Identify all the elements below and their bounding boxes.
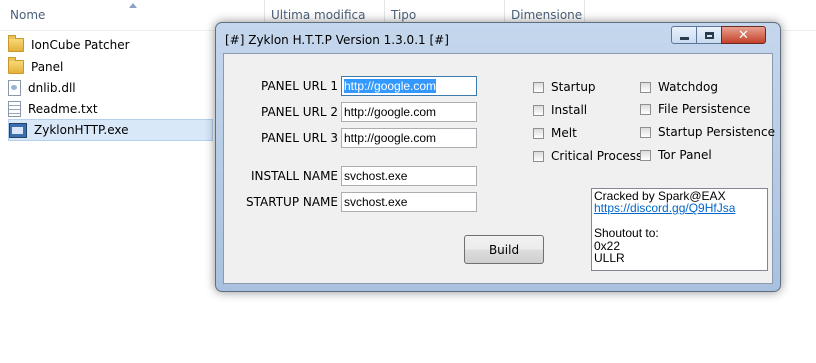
dll-file-icon	[8, 80, 21, 96]
discord-link[interactable]: https://discord.gg/Q9HfJsa	[594, 202, 765, 215]
panel-url-3-label: PANEL URL 3	[261, 131, 338, 145]
checkbox-box	[640, 103, 651, 115]
panel-url-1-input[interactable]: http://google.com	[341, 76, 477, 96]
panel-url-2-label: PANEL URL 2	[261, 105, 338, 119]
startup-checkbox[interactable]: Startup	[533, 80, 596, 94]
credits-line: Shoutout to:	[594, 226, 659, 241]
watchdog-checkbox[interactable]: Watchdog	[640, 80, 718, 94]
column-name[interactable]: Nome	[10, 8, 45, 22]
folder-icon	[8, 35, 24, 52]
panel-url-1-value: http://google.com	[344, 79, 437, 93]
checkbox-box	[533, 81, 544, 93]
checkbox-box	[640, 149, 651, 161]
panel-url-3-input[interactable]: http://google.com	[341, 128, 477, 148]
checkbox-label: Tor Panel	[658, 148, 712, 162]
panel-url-2-input[interactable]: http://google.com	[341, 102, 477, 122]
tor-panel-checkbox[interactable]: Tor Panel	[640, 148, 712, 162]
maximize-button[interactable]	[696, 26, 722, 44]
startup-name-label: STARTUP NAME	[246, 195, 338, 209]
text-file-icon	[8, 101, 21, 117]
melt-checkbox[interactable]: Melt	[533, 126, 577, 140]
install-checkbox[interactable]: Install	[533, 103, 587, 117]
panel-url-1-label: PANEL URL 1	[261, 79, 338, 93]
maximize-icon	[704, 31, 714, 39]
close-button[interactable]: ✕	[721, 26, 766, 44]
credits-textbox[interactable]: Cracked by Spark@EAX https://discord.gg/…	[591, 188, 768, 271]
title-bar[interactable]: [#] Zyklon H.T.T.P Version 1.3.0.1 [#] ✕	[216, 23, 780, 53]
file-item[interactable]: Panel	[8, 56, 213, 78]
startup-persistence-checkbox[interactable]: Startup Persistence	[640, 125, 775, 139]
column-modified[interactable]: Ultima modifica	[271, 8, 366, 22]
file-item-selected[interactable]: ZyklonHTTP.exe	[8, 119, 213, 141]
file-persistence-checkbox[interactable]: File Persistence	[640, 102, 751, 116]
checkbox-label: Melt	[551, 126, 577, 140]
sort-arrow-icon	[129, 3, 137, 8]
credits-line: ULLR	[594, 250, 625, 265]
checkbox-box	[533, 104, 544, 116]
zyklon-builder-window: [#] Zyklon H.T.T.P Version 1.3.0.1 [#] ✕…	[215, 22, 781, 292]
file-item[interactable]: IonCube Patcher	[8, 34, 213, 56]
file-name: IonCube Patcher	[31, 38, 130, 52]
file-item[interactable]: dnlib.dll	[8, 77, 213, 99]
build-button[interactable]: Build	[464, 235, 544, 264]
window-title: [#] Zyklon H.T.T.P Version 1.3.0.1 [#]	[225, 33, 449, 47]
column-type[interactable]: Tipo	[391, 8, 416, 22]
file-name: ZyklonHTTP.exe	[34, 123, 129, 137]
checkbox-box	[533, 127, 544, 139]
checkbox-label: Startup Persistence	[658, 125, 775, 139]
column-size[interactable]: Dimensione	[511, 8, 582, 22]
file-item[interactable]: Readme.txt	[8, 98, 213, 120]
critical-process-checkbox[interactable]: Critical Process	[533, 149, 642, 163]
folder-icon	[8, 57, 24, 74]
file-name: Readme.txt	[28, 102, 98, 116]
file-name: dnlib.dll	[28, 81, 76, 95]
checkbox-label: Install	[551, 103, 588, 117]
exe-file-icon	[9, 122, 27, 138]
install-name-input[interactable]: svchost.exe	[341, 166, 477, 186]
install-name-label: INSTALL NAME	[250, 169, 338, 183]
checkbox-box	[533, 150, 544, 162]
form-area: PANEL URL 1 PANEL URL 2 PANEL URL 3 INST…	[223, 53, 775, 284]
checkbox-box	[640, 126, 651, 138]
checkbox-label: Watchdog	[658, 80, 718, 94]
minimize-button[interactable]	[671, 26, 697, 44]
checkbox-box	[640, 81, 651, 93]
startup-name-input[interactable]: svchost.exe	[341, 192, 477, 212]
checkbox-label: Startup	[551, 80, 596, 94]
checkbox-label: Critical Process	[551, 149, 643, 163]
minimize-icon	[679, 36, 689, 40]
file-name: Panel	[31, 60, 64, 74]
close-icon: ✕	[738, 27, 749, 43]
checkbox-label: File Persistence	[658, 102, 751, 116]
